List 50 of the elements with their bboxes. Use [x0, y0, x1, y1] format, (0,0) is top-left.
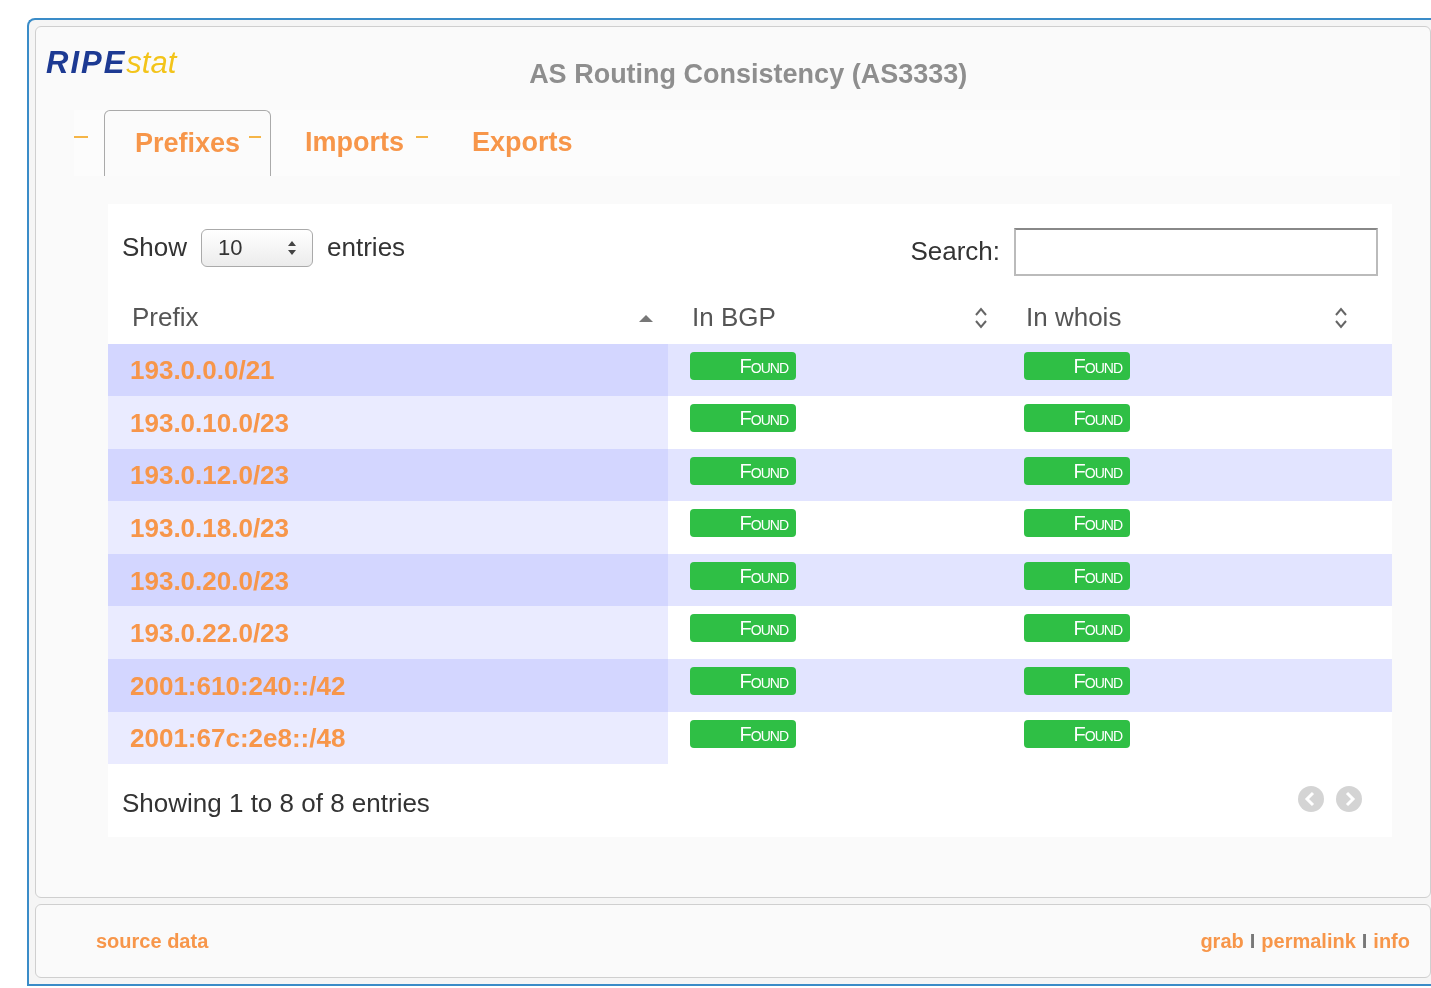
tab[interactable]: Imports	[271, 109, 439, 176]
column-header[interactable]: Prefix	[132, 298, 199, 337]
prefix-link[interactable]: 2001:67c:2e8::/48	[130, 717, 346, 759]
prefix-link[interactable]: 193.0.10.0/23	[130, 401, 290, 443]
found-badge: Found	[1024, 719, 1130, 748]
dash-mark	[249, 135, 262, 138]
search-label: Search:	[910, 235, 1000, 268]
search-field[interactable]	[1014, 227, 1378, 276]
prefix-link[interactable]: 193.0.20.0/23	[130, 559, 290, 601]
tab[interactable]: Prefixes	[104, 109, 272, 176]
prefix-link[interactable]: 193.0.0.0/21	[130, 349, 275, 391]
found-badge: Found	[1024, 351, 1130, 380]
found-badge: Found	[1024, 561, 1130, 590]
source-data-link[interactable]: source data	[96, 926, 209, 957]
found-badge: Found	[690, 456, 796, 485]
widget-title: AS Routing Consistency (AS3333)	[529, 58, 968, 91]
found-badge: Found	[690, 614, 796, 643]
prefix-link[interactable]: 2001:610:240::/42	[130, 664, 346, 706]
column-header[interactable]: In whois	[1026, 298, 1122, 337]
separator: I	[1249, 929, 1256, 955]
found-badge: Found	[1024, 456, 1130, 485]
entries-label: entries	[327, 231, 406, 264]
column-header[interactable]: In BGP	[692, 298, 776, 337]
footer-link[interactable]: permalink	[1261, 926, 1356, 957]
table-info: Showing 1 to 8 of 8 entries	[122, 787, 430, 821]
footer-link[interactable]: grab	[1200, 926, 1244, 957]
separator: I	[1361, 929, 1368, 955]
found-badge: Found	[690, 719, 796, 748]
prefix-link[interactable]: 193.0.22.0/23	[130, 612, 290, 654]
prefix-link[interactable]: 193.0.18.0/23	[130, 507, 290, 549]
found-badge: Found	[1024, 667, 1130, 696]
found-badge: Found	[690, 509, 796, 538]
found-badge: Found	[690, 667, 796, 696]
next-page-icon[interactable]	[1336, 785, 1362, 812]
show-label: Show	[122, 231, 188, 264]
found-badge: Found	[690, 561, 796, 590]
footer-link[interactable]: info	[1373, 926, 1410, 957]
found-badge: Found	[690, 404, 796, 433]
prefix-link[interactable]: 193.0.12.0/23	[130, 454, 290, 496]
dash-mark	[74, 135, 88, 138]
found-badge: Found	[1024, 404, 1130, 433]
previous-page-icon[interactable]	[1298, 785, 1324, 812]
ripestat-logo: RIPEstat	[45, 44, 177, 78]
page-size-select[interactable]: 10	[201, 228, 314, 267]
found-badge: Found	[1024, 509, 1130, 538]
tab[interactable]: Exports	[438, 109, 607, 176]
dash-mark	[416, 135, 429, 138]
updown-icon	[288, 239, 297, 256]
found-badge: Found	[690, 351, 796, 380]
found-badge: Found	[1024, 614, 1130, 643]
